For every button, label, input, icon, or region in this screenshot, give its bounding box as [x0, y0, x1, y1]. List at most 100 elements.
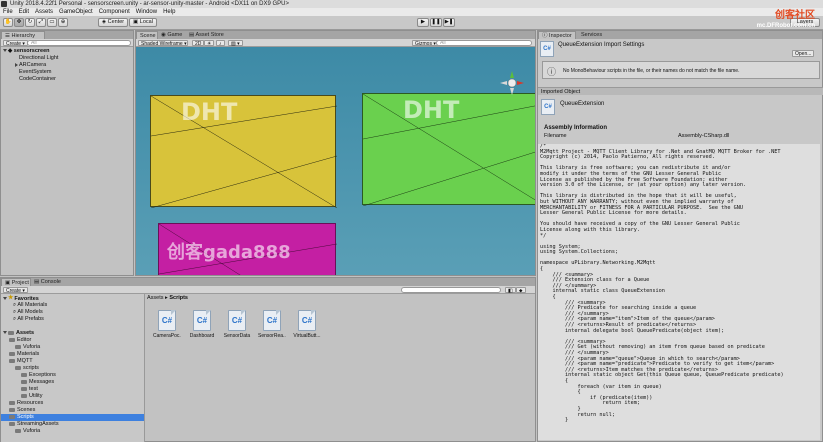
project-tree-item[interactable]: scripts [15, 365, 39, 372]
search-icon: ⌕ [13, 309, 17, 315]
favorite-label: All Models [17, 309, 43, 315]
hierarchy-item[interactable]: CodeContainer [19, 76, 56, 83]
rotate-icon: ↻ [27, 19, 33, 25]
pivot-center-button[interactable]: ◈ Center [98, 18, 128, 27]
breadcrumb-current[interactable]: Scripts [169, 295, 188, 301]
watermark-url: mc.DFRobot.com.cn [756, 23, 815, 29]
step-button[interactable]: ▶❚ [443, 18, 455, 27]
hand-tool-button[interactable]: ✋ [3, 18, 13, 27]
play-button[interactable]: ▶ [417, 18, 429, 27]
menu-assets[interactable]: Assets [32, 8, 56, 16]
scene-search-input[interactable]: All [436, 40, 532, 46]
project-tree-item[interactable]: Vuforia [15, 428, 40, 435]
hierarchy-create-dropdown[interactable]: Create ▾ [3, 40, 28, 47]
breadcrumb-root[interactable]: Assets [147, 295, 164, 301]
asset-file-tile[interactable]: C# SensorRea... [258, 310, 286, 339]
folder-icon [21, 386, 27, 391]
favorites-item-materials[interactable]: ⌕ All Materials [13, 302, 47, 309]
tab-game[interactable]: ◉ Game [158, 31, 186, 39]
tab-hierarchy[interactable]: ☰ Hierarchy [1, 31, 45, 39]
tab-project[interactable]: ▣ Project [1, 278, 31, 286]
project-tree-item[interactable]: StreamingAssets [9, 421, 59, 428]
inspector-header-title: QueueExtension Import Settings [558, 42, 645, 48]
shading-mode-dropdown[interactable]: Shaded Wireframe ▾ [138, 40, 188, 47]
search-icon: ⌕ [13, 302, 17, 308]
project-tree: ★Favorites ⌕ All Materials ⌕ All Models … [1, 294, 145, 442]
project-tree-item[interactable]: test [21, 386, 38, 393]
folder-icon [9, 414, 15, 419]
scale-tool-button[interactable]: ⤢ [36, 18, 46, 27]
rotate-tool-button[interactable]: ↻ [25, 18, 35, 27]
asset-file-tile[interactable]: C# VirtualButt... [293, 310, 321, 339]
fold-open-icon [3, 331, 7, 335]
project-tree-label: MQTT [17, 358, 33, 364]
sensor-card-magenta[interactable]: 创客gada888 [158, 223, 337, 275]
move-tool-button[interactable]: ✥ [14, 18, 24, 27]
scene-viewport[interactable]: DHT DHT 创客gada888 [136, 47, 535, 275]
project-tree-item[interactable]: Scripts [1, 414, 144, 421]
script-source-view[interactable]: /* M2Mqtt Project - MQTT Client Library f… [538, 144, 820, 440]
transform-tool-button[interactable]: ⊕ [58, 18, 68, 27]
menu-gameobject[interactable]: GameObject [56, 8, 96, 16]
project-tree-item[interactable]: Utility [21, 393, 42, 400]
fold-closed-icon [15, 62, 18, 67]
menu-component[interactable]: Component [96, 8, 133, 16]
tab-inspector[interactable]: ⓘ Inspector [538, 31, 576, 39]
menu-window[interactable]: Window [133, 8, 160, 16]
play-icon: ▶ [420, 19, 426, 25]
scene-root-item[interactable]: ◆ sensorscreen [3, 48, 50, 55]
menu-edit[interactable]: Edit [16, 8, 32, 16]
asset-file-tile[interactable]: C# CameraPoc... [153, 310, 181, 339]
tab-scene[interactable]: Scene [136, 31, 158, 39]
project-create-dropdown[interactable]: Create ▾ [3, 287, 28, 294]
tab-asset-store[interactable]: ▤ Asset Store [186, 31, 230, 39]
menu-file[interactable]: File [0, 8, 16, 16]
project-tree-item[interactable]: Vuforia [15, 344, 40, 351]
sensor-card-yellow[interactable]: DHT [150, 95, 337, 208]
project-tree-item[interactable]: MQTT [9, 358, 33, 365]
hierarchy-item[interactable]: Directional Light [19, 55, 58, 62]
project-search-input[interactable] [401, 287, 501, 293]
menu-help[interactable]: Help [160, 8, 178, 16]
project-tree-label: Vuforia [23, 344, 41, 350]
breadcrumb-separator: ▸ [165, 295, 168, 301]
2d-toggle[interactable]: 2D [192, 40, 205, 47]
assets-root-item[interactable]: Assets [3, 330, 34, 337]
csharp-script-icon: C# [193, 310, 211, 331]
window-title: Unity 2018.4.22f1 Personal - sensorscree… [10, 1, 290, 7]
project-tree-item[interactable]: Resources [9, 400, 43, 407]
pause-button[interactable]: ❚❚ [430, 18, 442, 27]
asset-file-tile[interactable]: C# SensorData [223, 310, 251, 339]
tab-console[interactable]: ▤ Console [31, 278, 63, 286]
open-button[interactable]: Open... [792, 50, 815, 57]
space-local-button[interactable]: ▣ Local [129, 18, 157, 27]
hierarchy-item[interactable]: EventSystem [19, 69, 51, 76]
effects-dropdown[interactable]: ▧ ▾ [228, 40, 243, 47]
favorites-item-models[interactable]: ⌕ All Models [13, 309, 43, 316]
csharp-script-icon: C# [228, 310, 246, 331]
hand-icon: ✋ [4, 19, 12, 25]
project-tree-item[interactable]: Exceptions [21, 372, 56, 379]
project-tree-item[interactable]: Messages [21, 379, 54, 386]
project-tree-item[interactable]: Editor [9, 337, 31, 344]
tab-services[interactable]: Services [578, 31, 608, 39]
pause-icon: ❚❚ [431, 19, 441, 25]
audio-toggle[interactable]: ♪ [216, 40, 225, 47]
filter-by-label-button[interactable]: ⬥ [516, 287, 526, 294]
favorites-item-prefabs[interactable]: ⌕ All Prefabs [13, 316, 44, 323]
project-tree-item[interactable]: Materials [9, 351, 39, 358]
asset-file-tile[interactable]: C# Dashboard [188, 310, 216, 339]
hierarchy-search-input[interactable]: All [27, 40, 131, 46]
filter-by-type-button[interactable]: ◧ [505, 287, 516, 294]
project-tree-label: Editor [17, 337, 32, 343]
breadcrumb: Assets ▸ Scripts [147, 295, 188, 301]
project-tree-item[interactable]: Scenes [9, 407, 35, 414]
card-label: 创客gada888 [167, 242, 291, 263]
rect-tool-button[interactable]: ▭ [47, 18, 57, 27]
scene-gizmo-icon[interactable] [498, 69, 526, 97]
gizmos-dropdown[interactable]: Gizmos ▾ [412, 40, 439, 47]
sensor-card-green[interactable]: DHT [362, 93, 535, 206]
hierarchy-item-arcamera[interactable]: ARCamera [15, 62, 46, 69]
favorites-item[interactable]: ★Favorites [3, 295, 39, 302]
lighting-toggle[interactable]: ☀ [204, 40, 215, 47]
